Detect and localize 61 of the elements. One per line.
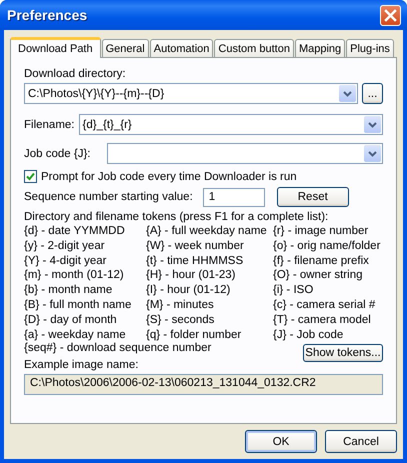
dropdown-button[interactable] [364, 145, 381, 162]
input-field[interactable]: 1 [202, 188, 265, 206]
tab[interactable]: Plug-ins [346, 39, 394, 57]
combo-box[interactable]: C:\Photos\{Y}\{Y}--{m}--{D} [24, 83, 358, 104]
token-item: {O} - owner string [273, 268, 364, 284]
token-item: {B} - full month name [24, 298, 132, 313]
field-label: Filename: [24, 118, 74, 130]
token-item: {Y} - 4-digit year [24, 254, 108, 268]
tab[interactable]: General [102, 39, 149, 57]
dialog-button[interactable]: OK [245, 430, 317, 453]
checkmark-icon [26, 172, 35, 181]
dialog-button[interactable]: Cancel [325, 430, 397, 453]
token-item: {d} - date YYMMDD [24, 224, 126, 239]
window-title: Preferences [7, 7, 88, 23]
show-tokens-button[interactable]: Show tokens... [303, 344, 383, 362]
close-icon [384, 8, 397, 22]
token-item: {S} - seconds [146, 312, 216, 328]
token-item: {t} - time HHMMSS [146, 254, 244, 268]
close-button[interactable] [380, 4, 401, 26]
combo-value: C:\Photos\{Y}\{Y}--{m}--{D} [28, 88, 164, 100]
token-item: {i} - ISO [273, 283, 314, 298]
reset-button[interactable]: Reset [276, 187, 349, 207]
token-item: {H} - hour (01-23) [146, 268, 236, 284]
tab[interactable]: Custom button [214, 39, 294, 57]
field-label: Example image name: [24, 359, 140, 372]
example-field: C:\Photos\2006\2006-02-13\060213_131044_0132.CR2 [24, 374, 383, 396]
combo-box[interactable]: {d}_{t}_{r} [78, 114, 383, 135]
tab[interactable]: Download Path [10, 37, 101, 58]
dropdown-button[interactable] [364, 116, 381, 133]
section-heading: Directory and filename tokens (press F1 for a complete list): [24, 211, 330, 223]
token-item: {T} - camera model [273, 312, 372, 328]
token-item: {M} - minutes [146, 298, 215, 313]
field-label: Sequence number starting value: [24, 191, 193, 203]
field-label: Download directory: [24, 68, 127, 80]
token-item: {b} - month name [24, 283, 114, 298]
token-item: {f} - filename prefix [273, 254, 370, 268]
chevron-down-icon [343, 90, 352, 96]
token-item: {q} - folder number [146, 328, 242, 342]
token-item: {D} - day of month [24, 312, 118, 328]
token-item: {A} - full weekday name [146, 224, 268, 239]
checkbox-label: Prompt for Job code every time Downloader is run [41, 170, 297, 182]
dropdown-button[interactable] [339, 85, 356, 102]
combo-box[interactable] [106, 143, 383, 164]
checkbox[interactable] [24, 170, 37, 183]
token-item: {J} - Job code [273, 328, 344, 342]
token-item: {a} - weekday name [24, 328, 127, 342]
token-item: {I} - hour (01-12) [146, 283, 232, 298]
token-item: {m} - month (01-12) [24, 268, 125, 284]
token-item: {c} - camera serial # [273, 298, 376, 313]
combo-value: {d}_{t}_{r} [82, 118, 132, 130]
token-item: {seq#} - download sequence number [24, 342, 212, 354]
tab[interactable]: Mapping [294, 39, 346, 57]
token-item: {W} - week number [146, 238, 245, 254]
field-label: Job code {J}: [24, 148, 90, 160]
browse-button[interactable]: ... [362, 83, 383, 104]
tab[interactable]: Automation [150, 39, 214, 57]
token-item: {o} - orig name/folder [273, 238, 380, 254]
chevron-down-icon [368, 122, 377, 128]
token-item: {y} - 2-digit year [24, 238, 106, 254]
chevron-down-icon [368, 150, 377, 156]
token-item: {r} - image number [273, 224, 370, 239]
